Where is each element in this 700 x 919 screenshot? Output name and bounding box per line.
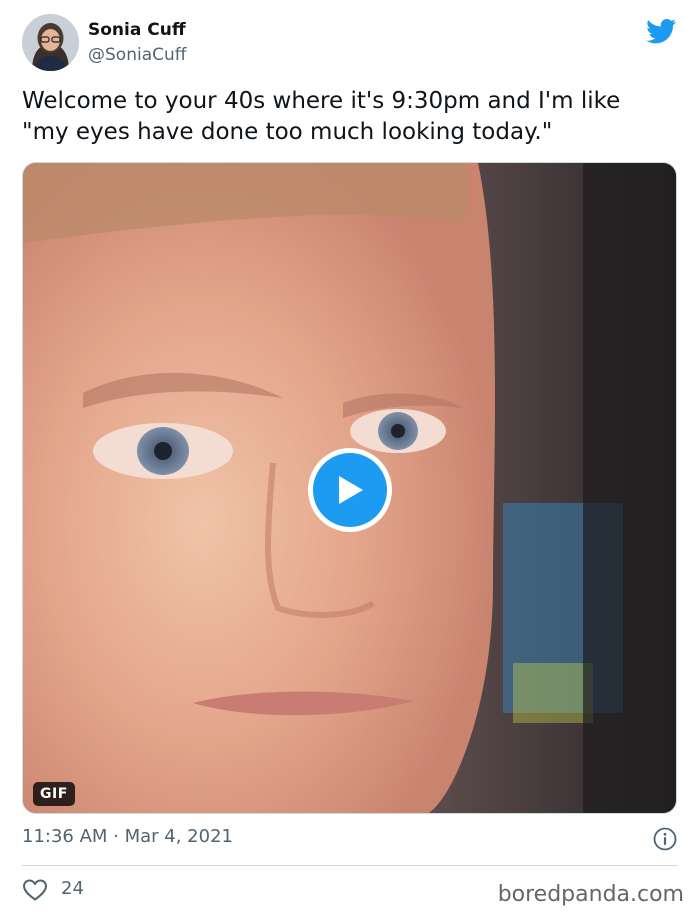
divider: [22, 865, 678, 866]
tweet-text-line-1: Welcome to your 40s where it's 9:30pm an…: [22, 88, 621, 114]
heart-icon[interactable]: [22, 878, 48, 902]
tweet-timestamp[interactable]: 11:36 AM · Mar 4, 2021: [22, 826, 233, 847]
gif-badge: GIF: [33, 782, 75, 806]
like-count: 24: [61, 878, 84, 899]
play-icon: [313, 453, 387, 527]
twitter-bird-icon[interactable]: [645, 16, 678, 46]
tweet-text-line-2: "my eyes have done too much looking toda…: [22, 119, 553, 145]
tweet-card: Sonia Cuff @SoniaCuff Welcome to your 40…: [0, 0, 700, 919]
author-name[interactable]: Sonia Cuff: [88, 20, 186, 40]
author-avatar[interactable]: [22, 14, 79, 71]
tweet-text: Welcome to your 40s where it's 9:30pm an…: [22, 86, 682, 148]
info-icon[interactable]: [653, 827, 677, 851]
play-button[interactable]: [308, 448, 392, 532]
author-handle[interactable]: @SoniaCuff: [88, 45, 186, 65]
watermark: boredpanda.com: [497, 882, 684, 907]
